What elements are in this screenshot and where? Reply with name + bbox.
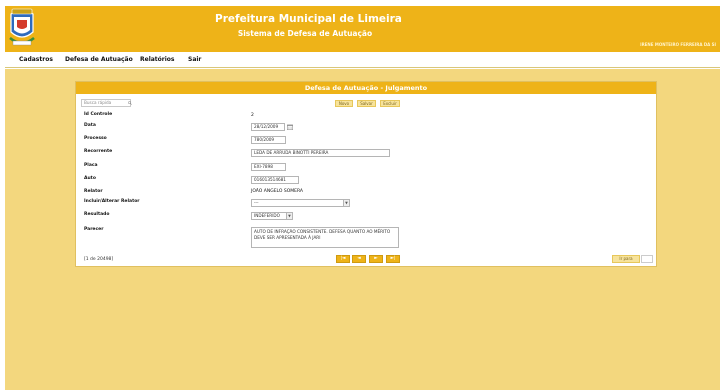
auto-label: Auto: [84, 176, 96, 181]
last-record-button[interactable]: ►|: [386, 255, 400, 263]
data-label: Data: [84, 123, 96, 128]
app-subtitle: Sistema de Defesa de Autuação: [237, 29, 373, 38]
excluir-button[interactable]: Excluir: [380, 100, 400, 107]
processo-label: Processo: [84, 136, 107, 141]
first-record-button[interactable]: |◄: [336, 255, 350, 263]
goto-record-button[interactable]: Ir para: [612, 255, 640, 263]
chevron-down-icon[interactable]: ▼: [343, 200, 349, 206]
menu-item-sair[interactable]: Sair: [188, 56, 201, 63]
menu-item-defesa-de-autuacao[interactable]: Defesa de Autuação: [65, 56, 133, 63]
resultado-label: Resultado: [84, 212, 110, 217]
panel-title: Defesa de Autuação - Julgamento: [304, 84, 428, 92]
calendar-icon[interactable]: [287, 124, 293, 130]
incluir-alterar-relator-select[interactable]: --- ▼: [251, 199, 350, 207]
data-input[interactable]: 28/12/2009: [251, 123, 285, 131]
menu-item-cadastros[interactable]: Cadastros: [19, 56, 53, 63]
app-page: Prefeitura Municipal de Limeira Sistema …: [0, 0, 720, 390]
recorrente-input[interactable]: LEDA DE ARRUDA BINOTTI PEREIRA: [251, 149, 390, 157]
main-menu-bar: Cadastros Defesa de Autuação Relatórios …: [5, 52, 720, 68]
incluir-alterar-relator-selected: ---: [254, 200, 259, 205]
parecer-textarea[interactable]: AUTO DE INFRAÇÃO CONSISTENTE. DEFESA QUA…: [251, 227, 399, 248]
menu-item-relatorios[interactable]: Relatórios: [140, 56, 175, 63]
resultado-select[interactable]: INDEFERIDO ▼: [251, 212, 293, 220]
next-record-button[interactable]: ►: [369, 255, 383, 263]
resultado-selected: INDEFERIDO: [254, 213, 280, 218]
logged-user-name: IRENE MONTEIRO FERREIRA DA SI: [640, 42, 716, 47]
id-controle-value: 2: [251, 113, 254, 118]
salvar-button[interactable]: Salvar: [357, 100, 376, 107]
recorrente-label: Recorrente: [84, 149, 113, 154]
record-counter: [1 de 20498]: [84, 257, 114, 262]
app-title: Prefeitura Municipal de Limeira: [215, 13, 402, 25]
goto-record-input[interactable]: [641, 255, 653, 263]
julgamento-panel: Defesa de Autuação - Julgamento Busca rá…: [75, 81, 657, 267]
placa-input[interactable]: EXI-7898: [251, 163, 286, 171]
quick-search-input[interactable]: Busca rápida: [81, 99, 132, 107]
app-header: Prefeitura Municipal de Limeira Sistema …: [5, 6, 720, 52]
parecer-label: Parecer: [84, 227, 104, 232]
chevron-down-icon[interactable]: ▼: [286, 213, 292, 219]
id-controle-label: Id Controle: [84, 112, 113, 117]
relator-value: JOÃO ANGELO SOMERA: [251, 189, 304, 194]
quick-search-placeholder: Busca rápida: [84, 100, 112, 105]
previous-record-button[interactable]: ◄: [352, 255, 366, 263]
novo-button[interactable]: Novo: [335, 100, 353, 107]
search-icon[interactable]: [128, 101, 132, 105]
processo-input[interactable]: 780/2009: [251, 136, 286, 144]
placa-label: Placa: [84, 163, 98, 168]
auto-input[interactable]: 016013514681: [251, 176, 299, 184]
relator-label: Relator: [84, 189, 103, 194]
incluir-alterar-relator-label: Incluir/Alterar Relator: [84, 199, 140, 204]
city-coat-of-arms-logo: [9, 8, 35, 46]
panel-title-bar: Defesa de Autuação - Julgamento: [76, 82, 656, 94]
